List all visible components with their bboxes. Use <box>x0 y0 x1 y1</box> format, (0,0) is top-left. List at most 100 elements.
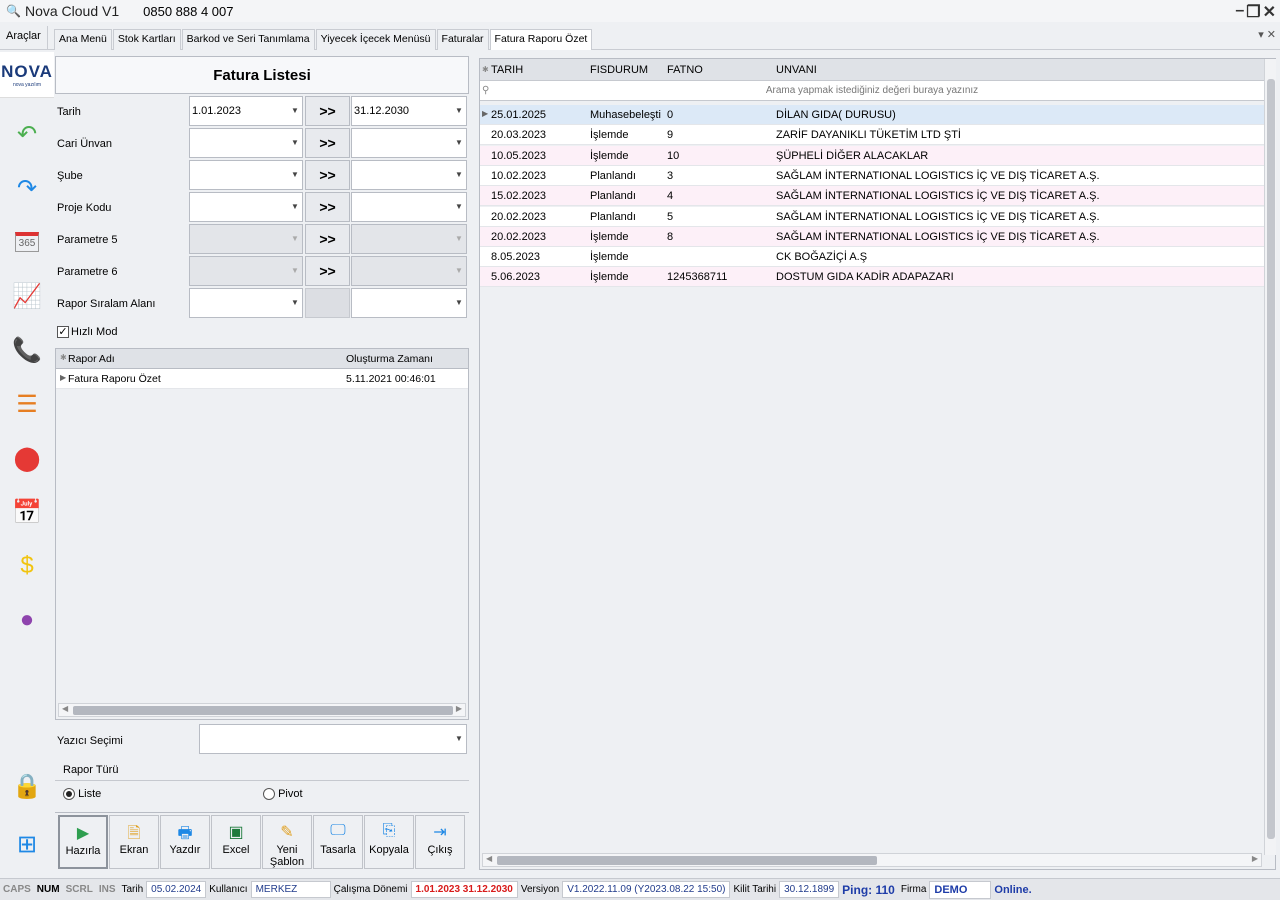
yeni-sablon-button[interactable]: ✎ Yeni Şablon <box>262 815 312 869</box>
cari-from-combo[interactable]: ▼ <box>189 128 303 158</box>
col-fisdurum[interactable]: FISDURUM <box>590 64 648 76</box>
tools-menu[interactable]: Araçlar <box>0 26 48 50</box>
dropdown-arrow-icon[interactable]: ▼ <box>452 97 466 125</box>
tarih-from-combo[interactable]: 1.01.2023 ▼ <box>189 96 303 126</box>
sube-from-combo[interactable]: ▼ <box>189 160 303 190</box>
checkmark-icon[interactable]: ✓ <box>57 326 69 338</box>
horizontal-scrollbar[interactable]: ◀ ▶ <box>58 703 466 717</box>
new-template-icon: ✎ <box>280 824 294 841</box>
cloud-icon[interactable]: ⬤ <box>0 438 54 478</box>
title-bar: 🔍 Nova Cloud V1 0850 888 4 007 – ❐ ✕ <box>0 0 1280 22</box>
dropdown-arrow-icon[interactable]: ▼ <box>288 97 302 125</box>
param6-from-combo: ▼ <box>189 256 303 286</box>
kopyala-button[interactable]: ⎘ Kopyala <box>364 815 414 869</box>
param5-from-combo: ▼ <box>189 224 303 254</box>
col-rapor-adi[interactable]: Rapor Adı <box>68 353 115 365</box>
cell-unvani: SAĞLAM İNTERNATIONAL LOGISTICS İÇ VE DIŞ… <box>776 190 1100 203</box>
status-bar: CAPS NUM SCRL INS Tarih 05.02.2024 Kulla… <box>0 878 1280 900</box>
status-period: 1.01.2023 31.12.2030 <box>410 881 518 898</box>
ekran-button[interactable]: 🗎 Ekran <box>109 815 159 869</box>
cell-unvani: SAĞLAM İNTERNATIONAL LOGISTICS İÇ VE DIŞ… <box>776 169 1100 182</box>
cell-fatno: 8 <box>667 230 674 243</box>
status-user: MERKEZ <box>250 881 331 898</box>
sube-to-combo[interactable]: ▼ <box>351 160 467 190</box>
tab-stok-kartlari[interactable]: Stok Kartları <box>112 29 181 50</box>
cell-fatno: 5 <box>667 210 674 223</box>
action-toolbar: ▶ Hazırla 🗎 Ekran 🖶 Yazdır ▣ Excel ✎ Yeni Şab… <box>55 812 469 870</box>
tab-faturalar[interactable]: Faturalar <box>436 29 489 50</box>
support-phone: 0850 888 4 007 <box>143 3 234 19</box>
printer-select[interactable]: ▼ <box>199 724 467 754</box>
liste-radio[interactable]: Liste <box>63 788 101 801</box>
tarih-to-combo[interactable]: 31.12.2030 ▼ <box>351 96 467 126</box>
copy-range-button[interactable]: >> <box>305 96 350 126</box>
sirala-to-combo[interactable]: ▼ <box>351 288 467 318</box>
hazirla-button[interactable]: ▶ Hazırla <box>58 815 108 869</box>
sirala-from-combo[interactable]: ▼ <box>189 288 303 318</box>
table-row[interactable]: ▶ Fatura Raporu Özet 5.11.2021 00:46:01 <box>56 369 468 389</box>
minimize-icon[interactable]: – <box>1235 2 1244 22</box>
windows-icon[interactable]: ⊞ <box>0 824 54 864</box>
grid-search-row[interactable]: ⚲ Arama yapmak istediğiniz değeri buraya… <box>480 81 1264 101</box>
currency-exchange-icon[interactable]: $ <box>0 546 54 586</box>
calendar-365-icon[interactable]: 365 <box>0 222 54 262</box>
play-icon: ▶ <box>76 825 90 842</box>
close-icon[interactable]: ✕ <box>1263 2 1276 22</box>
redo-icon[interactable]: ↷ <box>0 168 54 208</box>
copy-range-button[interactable]: >> <box>305 256 350 286</box>
report-grid-header: ✱ Rapor Adı Oluşturma Zamanı <box>56 349 468 369</box>
table-row[interactable]: 10.02.2023 Planlandı 3 SAĞLAM İNTERNATIONAL… <box>480 165 1264 186</box>
dropdown-arrow-icon[interactable]: ▼ <box>452 725 466 753</box>
cell-fisdurum: İşlemde <box>590 129 629 142</box>
tasarla-button[interactable]: 🖵 Tasarla <box>313 815 363 869</box>
proje-from-combo[interactable]: ▼ <box>189 192 303 222</box>
filter-row-proje: Proje Kodu ▼ >> ▼ <box>55 192 469 224</box>
yazdir-button[interactable]: 🖶 Yazdır <box>160 815 210 869</box>
undo-icon[interactable]: ↶ <box>0 114 54 154</box>
horizontal-scrollbar[interactable]: ◀ ▶ <box>482 853 1262 867</box>
cell-fisdurum: İşlemde <box>590 251 629 264</box>
table-row[interactable]: ▶ 25.01.2025 Muhasebeleşti 0 DİLAN GIDA( DUR… <box>480 105 1264 125</box>
filter-row-tarih: Tarih 1.01.2023 ▼ >> 31.12.2030 ▼ <box>55 96 469 128</box>
tab-ana-menu[interactable]: Ana Menü <box>54 29 112 50</box>
tab-yiyecek[interactable]: Yiyecek İçecek Menüsü <box>315 29 436 50</box>
tab-fatura-raporu[interactable]: Fatura Raporu Özet <box>489 29 593 50</box>
col-fatno[interactable]: FATNO <box>667 64 703 76</box>
rapor-turu-group: Rapor Türü Liste Pivot <box>55 758 469 810</box>
proje-to-combo[interactable]: ▼ <box>351 192 467 222</box>
table-row[interactable]: 5.06.2023 İşlemde 1245368711 DOSTUM GIDA KA… <box>480 267 1264 288</box>
phone-24-icon[interactable]: 📞 <box>0 330 54 370</box>
copy-range-button[interactable]: >> <box>305 160 350 190</box>
col-olusturma-zamani[interactable]: Oluşturma Zamanı <box>346 353 433 365</box>
report-grid: ✱ Rapor Adı Oluşturma Zamanı ▶ Fatura Ra… <box>55 348 469 720</box>
col-tarih[interactable]: TARIH <box>491 64 523 76</box>
list-icon[interactable]: ☰ <box>0 384 54 424</box>
table-row[interactable]: 8.05.2023 İşlemde CK BOĞAZİÇİ A.Ş <box>480 247 1264 268</box>
cell-tarih: 20.02.2023 <box>491 230 547 243</box>
cikis-button[interactable]: ⇥ Çıkış <box>415 815 465 869</box>
lock-icon[interactable]: 🔒 <box>0 766 54 806</box>
chart-icon[interactable]: 📈 <box>0 276 54 316</box>
table-row[interactable]: 10.05.2023 İşlemde 10 ŞÜPHELİ DİĞER ALACAKL… <box>480 145 1264 166</box>
cell-fatno: 1245368711 <box>667 271 728 284</box>
copy-range-button[interactable]: >> <box>305 128 350 158</box>
copy-range-button[interactable]: >> <box>305 224 350 254</box>
excel-button[interactable]: ▣ Excel <box>211 815 261 869</box>
schedule-icon[interactable]: 📅 <box>0 492 54 532</box>
filter-row-sirala: Rapor Sıralam Alanı ▼ ▼ <box>55 288 469 320</box>
hizli-mod-checkbox[interactable]: ✓ Hızlı Mod <box>57 326 117 338</box>
tab-barkod[interactable]: Barkod ve Seri Tanımlama <box>181 29 315 50</box>
table-row[interactable]: 15.02.2023 Planlandı 4 SAĞLAM İNTERNATIONAL… <box>480 186 1264 207</box>
pivot-radio[interactable]: Pivot <box>263 788 303 801</box>
tab-menu-icon[interactable]: ▾ ✕ <box>1258 28 1276 41</box>
vertical-scrollbar[interactable] <box>1264 59 1276 855</box>
table-row[interactable]: 20.03.2023 İşlemde 9 ZARİF DAYANIKLI TÜKETİ… <box>480 125 1264 146</box>
color-wheel-icon[interactable]: ● <box>0 600 54 640</box>
table-row[interactable]: 20.02.2023 Planlandı 5 SAĞLAM İNTERNATIONAL… <box>480 206 1264 227</box>
table-row[interactable]: 20.02.2023 İşlemde 8 SAĞLAM İNTERNATIONAL L… <box>480 226 1264 247</box>
copy-range-button[interactable]: >> <box>305 192 350 222</box>
cell-unvani: ŞÜPHELİ DİĞER ALACAKLAR <box>776 149 929 162</box>
restore-icon[interactable]: ❐ <box>1246 2 1260 22</box>
cari-to-combo[interactable]: ▼ <box>351 128 467 158</box>
col-unvani[interactable]: UNVANI <box>776 64 817 76</box>
